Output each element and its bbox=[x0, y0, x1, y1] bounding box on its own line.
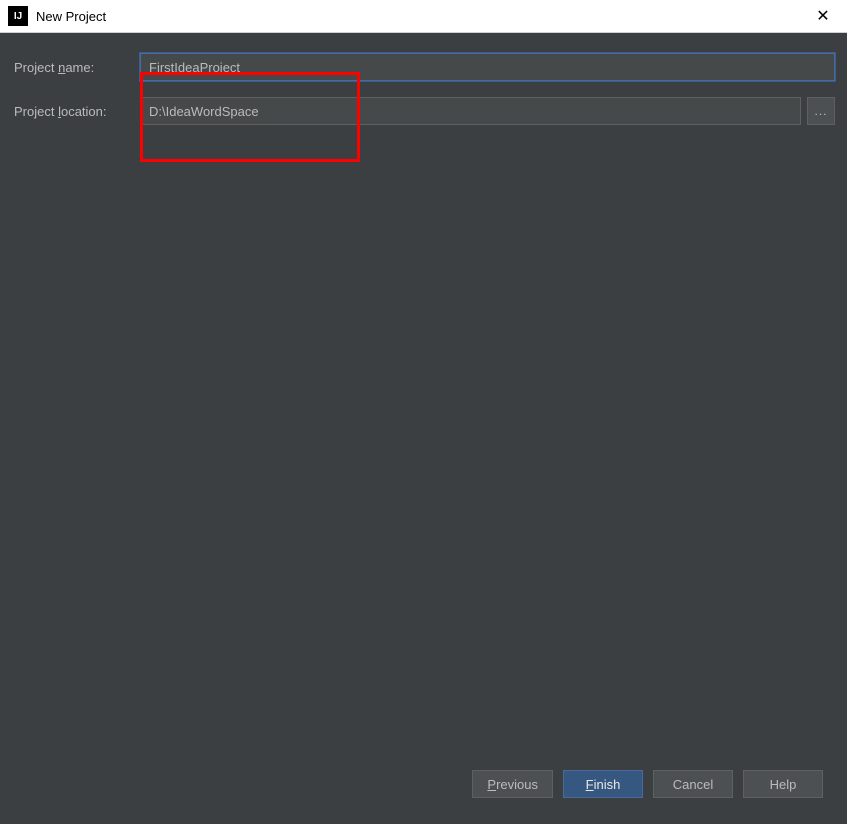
project-name-input[interactable] bbox=[140, 53, 835, 81]
help-button[interactable]: Help bbox=[743, 770, 823, 798]
project-location-row: Project location: ... bbox=[12, 97, 835, 125]
dialog-content: Project name: Project location: ... bbox=[0, 33, 847, 824]
ellipsis-icon: ... bbox=[814, 104, 827, 118]
close-button[interactable]: ✕ bbox=[803, 2, 843, 30]
form-area: Project name: Project location: ... bbox=[12, 53, 835, 125]
button-bar: Previous Finish Cancel Help bbox=[12, 758, 835, 812]
project-name-row: Project name: bbox=[12, 53, 835, 81]
finish-button[interactable]: Finish bbox=[563, 770, 643, 798]
previous-button[interactable]: Previous bbox=[472, 770, 553, 798]
project-name-label: Project name: bbox=[12, 60, 140, 75]
window-title: New Project bbox=[36, 9, 803, 24]
cancel-button[interactable]: Cancel bbox=[653, 770, 733, 798]
project-location-label: Project location: bbox=[12, 104, 140, 119]
intellij-app-icon: IJ bbox=[8, 6, 28, 26]
project-location-input[interactable] bbox=[140, 97, 801, 125]
new-project-dialog: IJ New Project ✕ Project name: Project l… bbox=[0, 0, 847, 824]
titlebar: IJ New Project ✕ bbox=[0, 0, 847, 33]
close-icon: ✕ bbox=[816, 6, 829, 26]
browse-location-button[interactable]: ... bbox=[807, 97, 835, 125]
